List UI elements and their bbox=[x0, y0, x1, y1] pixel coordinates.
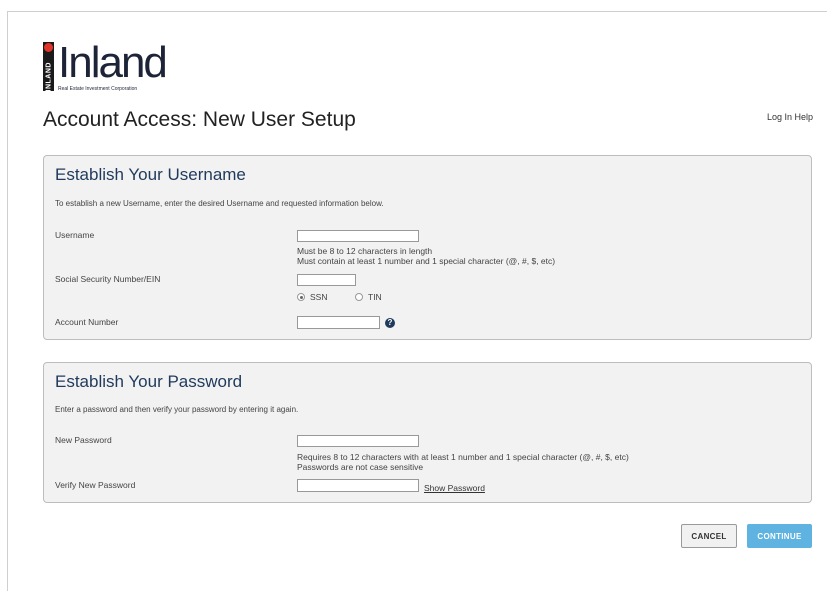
verify-password-label: Verify New Password bbox=[55, 480, 136, 490]
account-number-input[interactable] bbox=[297, 316, 380, 329]
show-password-link[interactable]: Show Password bbox=[424, 483, 485, 493]
logo-vertical-bar: INLAND bbox=[43, 42, 54, 92]
radio-tin-circle[interactable] bbox=[355, 293, 363, 301]
password-panel: Establish Your Password Enter a password… bbox=[43, 362, 812, 503]
username-section-heading: Establish Your Username bbox=[55, 165, 246, 184]
password-hint-case: Passwords are not case sensitive bbox=[297, 462, 424, 472]
username-panel: Establish Your Username To establish a n… bbox=[43, 155, 812, 340]
radio-tin-label: TIN bbox=[368, 292, 382, 302]
username-hint-chars: Must contain at least 1 number and 1 spe… bbox=[297, 256, 556, 266]
ssn-ein-input[interactable] bbox=[297, 274, 356, 286]
logo-red-mark bbox=[44, 43, 53, 52]
logo-tagline: Real Estate Investment Corporation bbox=[58, 86, 138, 92]
username-label: Username bbox=[55, 230, 95, 240]
radio-ssn-label: SSN bbox=[310, 292, 328, 302]
account-number-label: Account Number bbox=[55, 317, 119, 327]
password-section-heading: Establish Your Password bbox=[55, 372, 243, 391]
radio-tin[interactable]: TIN bbox=[355, 292, 382, 302]
radio-ssn-circle[interactable] bbox=[297, 293, 305, 301]
username-input[interactable] bbox=[297, 230, 419, 242]
username-hint-length: Must be 8 to 12 characters in length bbox=[297, 246, 433, 256]
new-password-label: New Password bbox=[55, 435, 112, 445]
question-mark-icon[interactable]: ? bbox=[385, 318, 395, 328]
log-in-help-link[interactable]: Log In Help bbox=[767, 112, 813, 122]
new-password-input[interactable] bbox=[297, 435, 419, 447]
page-title: Account Access: New User Setup bbox=[43, 108, 356, 131]
password-hint-requirements: Requires 8 to 12 characters with at leas… bbox=[297, 452, 629, 462]
logo-wordmark: Inland bbox=[58, 38, 168, 87]
logo-vertical-text: INLAND bbox=[45, 62, 53, 92]
continue-button[interactable]: CONTINUE bbox=[747, 524, 812, 548]
inland-logo: INLAND Inland Real Estate Investment Cor… bbox=[43, 38, 168, 94]
cancel-button[interactable]: CANCEL bbox=[681, 524, 737, 548]
radio-ssn[interactable]: SSN bbox=[297, 292, 327, 302]
ssn-ein-label: Social Security Number/EIN bbox=[55, 274, 161, 284]
username-intro-text: To establish a new Username, enter the d… bbox=[55, 199, 384, 208]
verify-password-input[interactable] bbox=[297, 479, 419, 492]
password-intro-text: Enter a password and then verify your pa… bbox=[55, 405, 299, 414]
